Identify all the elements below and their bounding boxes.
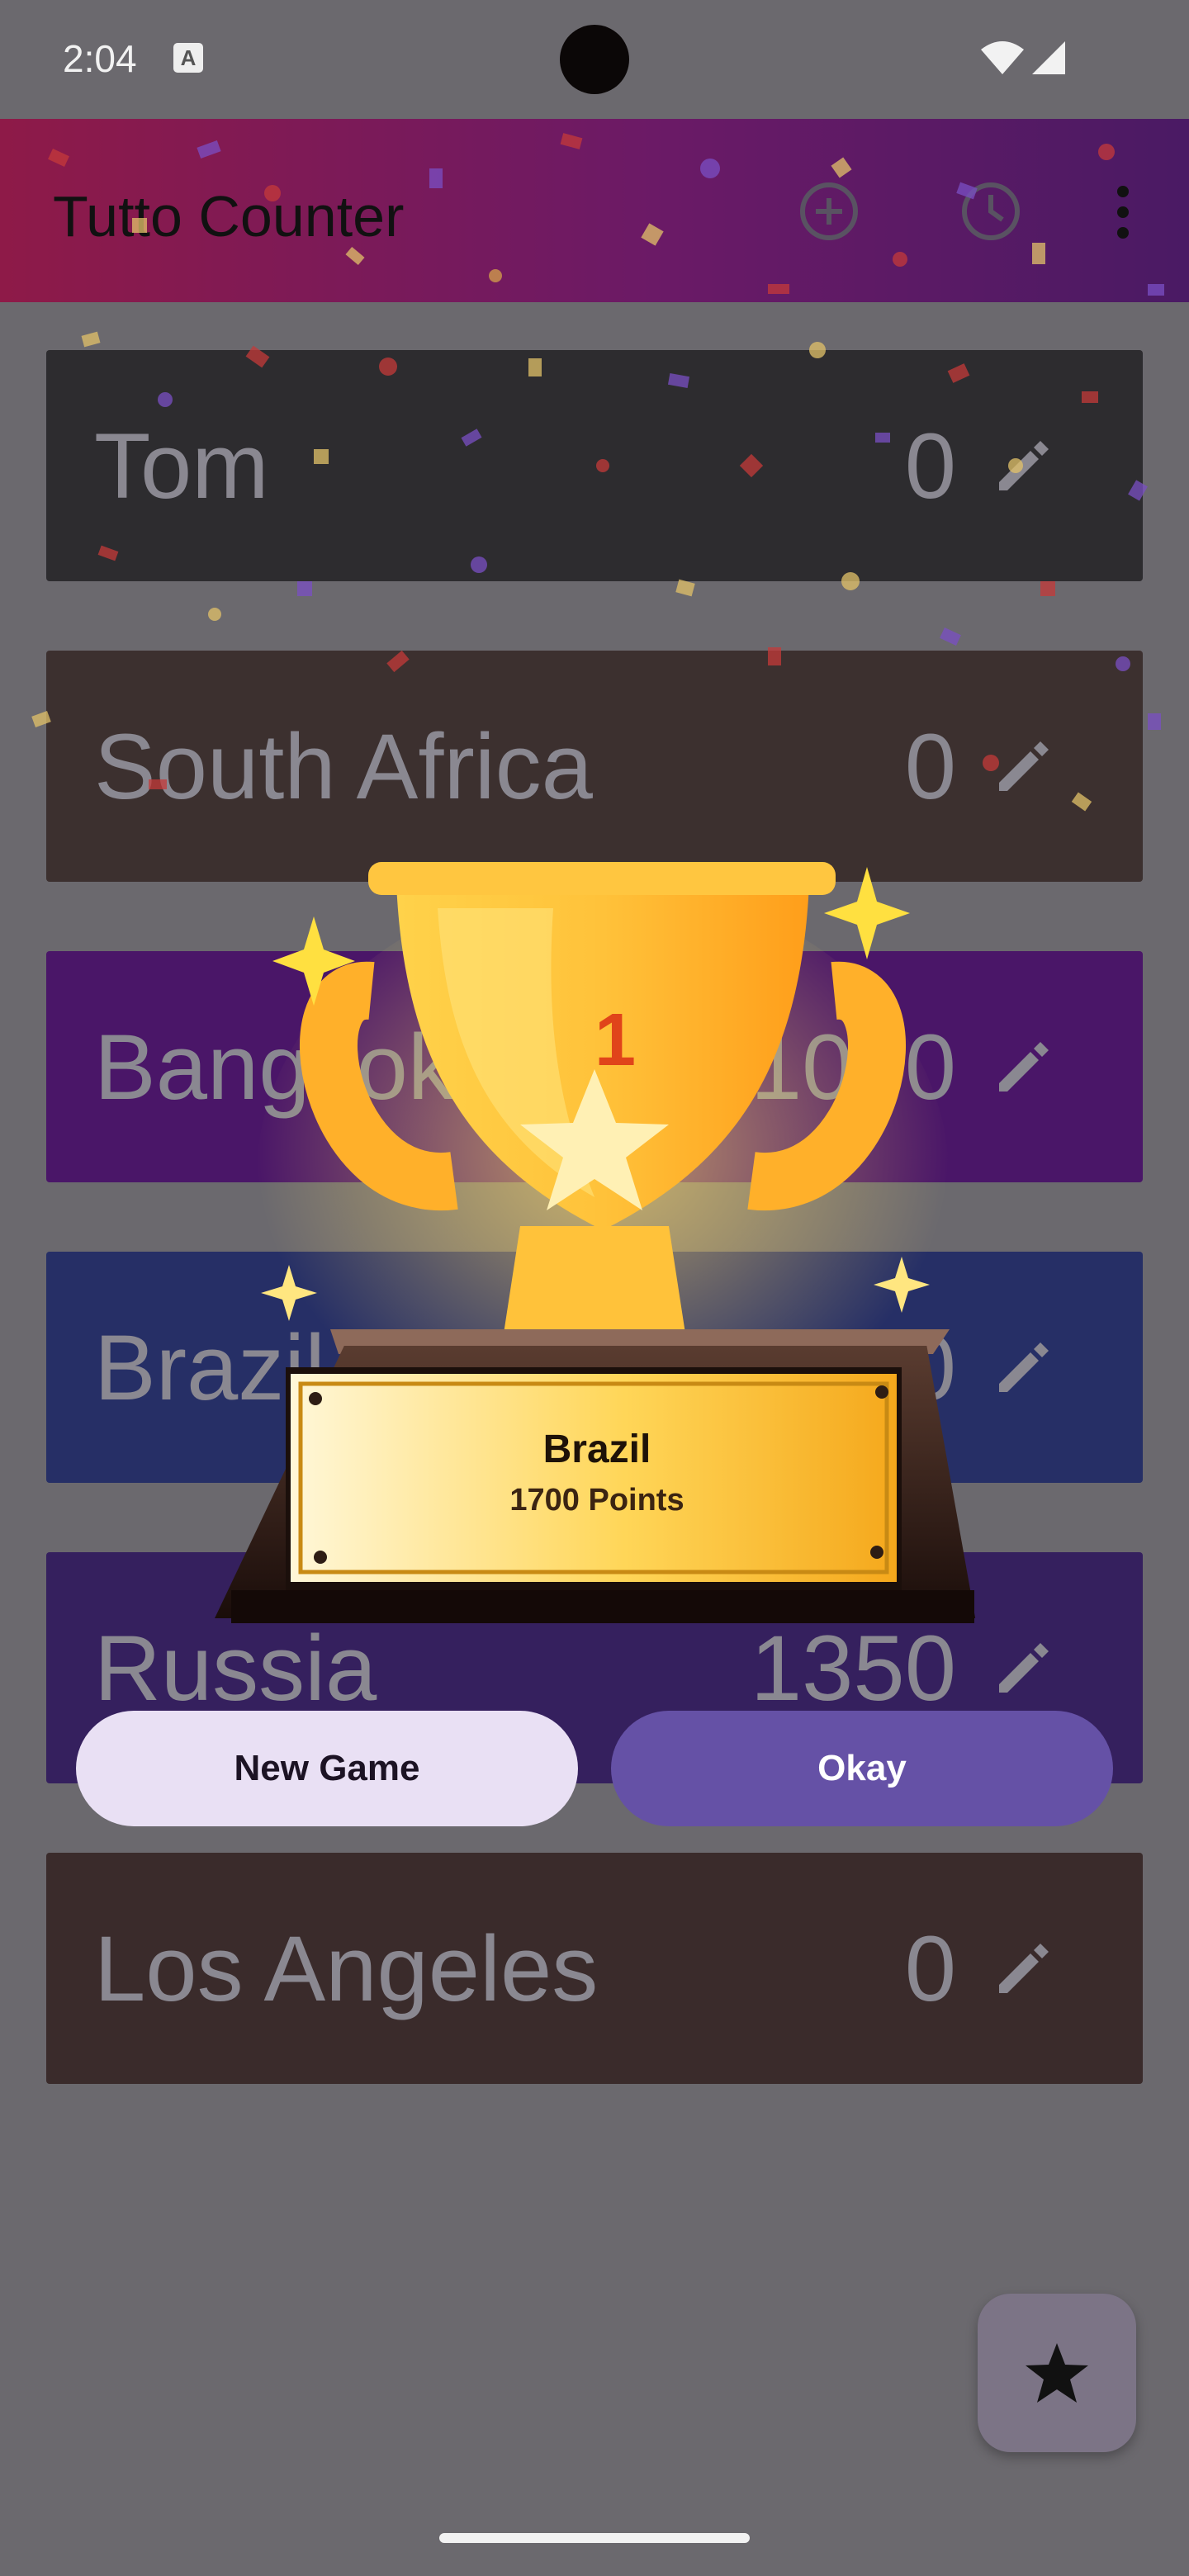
camera-cutout bbox=[560, 25, 629, 94]
winner-name: Brazil bbox=[542, 1428, 651, 1471]
edit-icon[interactable] bbox=[992, 436, 1052, 495]
favorite-fab-button[interactable] bbox=[978, 2294, 1136, 2452]
okay-button[interactable]: Okay bbox=[611, 1711, 1113, 1826]
player-card[interactable]: Los Angeles 0 bbox=[46, 1853, 1143, 2084]
player-name: South Africa bbox=[94, 715, 593, 818]
player-score: 0 bbox=[904, 1917, 956, 2020]
player-card[interactable]: Tom 0 bbox=[46, 350, 1143, 581]
history-icon[interactable] bbox=[959, 180, 1022, 243]
wifi-icon bbox=[981, 41, 1024, 74]
edit-icon[interactable] bbox=[992, 1939, 1052, 1998]
more-vert-icon[interactable] bbox=[1106, 183, 1139, 241]
signal-icon bbox=[1032, 41, 1065, 74]
player-score: 0 bbox=[904, 715, 956, 818]
player-score: 0 bbox=[904, 414, 956, 518]
player-name: Tom bbox=[94, 414, 269, 518]
rank-number: 1 bbox=[594, 999, 636, 1082]
edit-icon[interactable] bbox=[992, 1338, 1052, 1397]
status-time: 2:04 bbox=[63, 37, 137, 80]
player-name: Los Angeles bbox=[94, 1917, 599, 2020]
winner-points: 1700 Points bbox=[509, 1483, 685, 1518]
edit-icon[interactable] bbox=[992, 1037, 1052, 1096]
new-game-button[interactable]: New Game bbox=[76, 1711, 578, 1826]
edit-icon[interactable] bbox=[992, 1638, 1052, 1698]
status-bar: 2:04 A bbox=[0, 0, 1189, 119]
star-icon bbox=[1026, 2343, 1088, 2403]
edit-icon[interactable] bbox=[992, 736, 1052, 796]
add-circle-icon[interactable] bbox=[798, 180, 860, 243]
app-title: Tutto Counter bbox=[53, 184, 405, 249]
player-card[interactable]: South Africa 0 bbox=[46, 651, 1143, 882]
home-indicator[interactable] bbox=[439, 2533, 750, 2543]
app-bar: Tutto Counter bbox=[0, 119, 1189, 302]
notification-icon: A bbox=[173, 43, 203, 73]
